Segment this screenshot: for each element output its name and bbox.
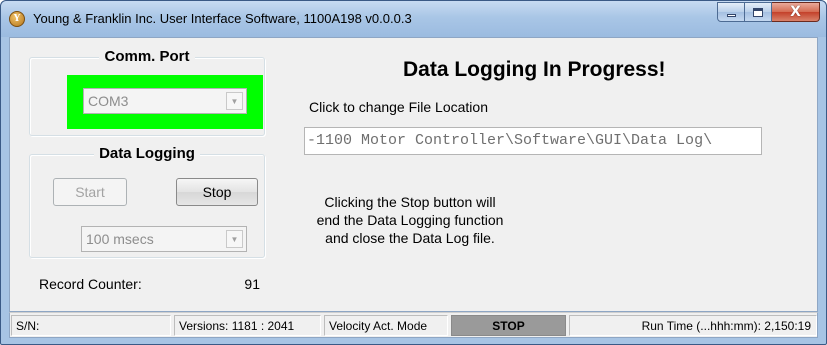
record-counter-value: 91 — [244, 276, 260, 292]
status-versions: Versions: 1181 : 2041 — [174, 315, 321, 336]
main-panel: Comm. Port COM3 ▼ Data Logging Start Sto… — [9, 37, 818, 312]
window-title: Young & Franklin Inc. User Interface Sof… — [33, 11, 412, 26]
chevron-down-icon[interactable]: ▼ — [226, 92, 243, 110]
status-serial: S/N: — [11, 315, 171, 336]
minimize-button[interactable] — [717, 2, 745, 22]
comm-port-select[interactable]: COM3 ▼ — [83, 88, 247, 114]
record-counter-label: Record Counter: — [39, 276, 142, 292]
title-bar[interactable]: Y Young & Franklin Inc. User Interface S… — [1, 1, 826, 37]
close-icon: X — [790, 4, 801, 20]
maximize-button[interactable] — [745, 2, 772, 22]
app-icon[interactable]: Y — [9, 11, 25, 27]
status-mode: Velocity Act. Mode — [324, 315, 448, 336]
info-text: Clicking the Stop button will end the Da… — [290, 193, 530, 247]
start-button[interactable]: Start — [53, 178, 127, 206]
info-line-3: and close the Data Log file. — [325, 230, 495, 246]
data-logging-title: Data Logging — [94, 145, 200, 162]
interval-select[interactable]: 100 msecs ▼ — [81, 226, 247, 252]
info-line-2: end the Data Logging function — [316, 212, 504, 228]
window-controls: X — [717, 2, 820, 22]
stop-button[interactable]: Stop — [176, 178, 258, 206]
status-bar: S/N: Versions: 1181 : 2041 Velocity Act.… — [9, 312, 818, 338]
maximize-icon — [753, 7, 763, 17]
status-run-time: Run Time (...hhh:mm): 2,150:19 — [569, 315, 817, 336]
status-badge: STOP — [451, 315, 566, 336]
info-line-1: Clicking the Stop button will — [324, 194, 496, 210]
chevron-down-icon[interactable]: ▼ — [226, 230, 243, 248]
close-button[interactable]: X — [772, 2, 820, 22]
file-path-field[interactable]: -1100 Motor Controller\Software\GUI\Data… — [304, 127, 762, 155]
comm-port-title: Comm. Port — [99, 48, 195, 65]
minimize-icon — [726, 14, 736, 17]
comm-port-value: COM3 — [88, 93, 129, 109]
page-title: Data Logging In Progress! — [403, 58, 666, 81]
app-window: Y Young & Franklin Inc. User Interface S… — [0, 0, 827, 345]
file-location-link[interactable]: Click to change File Location — [309, 99, 488, 115]
interval-value: 100 msecs — [86, 231, 154, 247]
